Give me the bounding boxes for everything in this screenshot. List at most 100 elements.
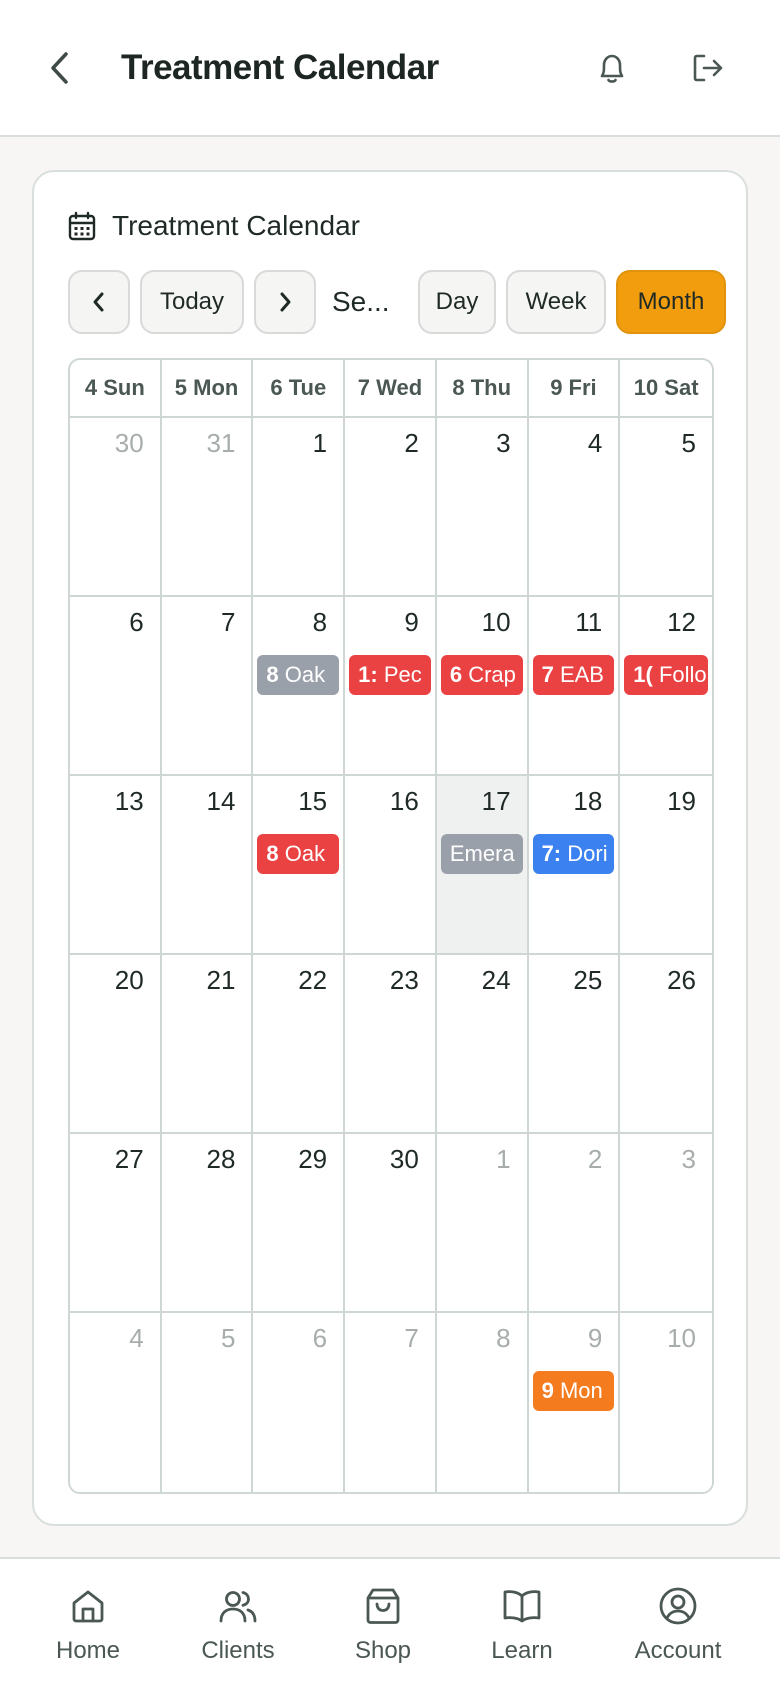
day-cell[interactable]: 30 [70,418,162,597]
day-number: 17 [481,786,511,816]
day-cell[interactable]: 20 [70,955,162,1134]
day-number: 23 [389,965,419,995]
bottom-nav: Home Clients Shop Learn Account [0,1557,780,1688]
day-number: 18 [573,786,603,816]
event-title: Oak [284,662,326,687]
calendar-event[interactable]: 9 Mon [532,1371,615,1411]
day-cell[interactable]: 5 [620,418,712,597]
nav-shop-label: Shop [354,1637,412,1664]
day-cell[interactable]: 24 [436,955,529,1134]
day-number: 3 [681,1144,696,1174]
day-cell[interactable]: 9 1: Pec [345,597,437,776]
day-cell[interactable]: 12 1( Follo [620,597,712,776]
day-cell[interactable]: 13 [70,776,162,955]
day-cell[interactable]: 22 [253,955,346,1134]
event-title: Follo [658,662,707,687]
back-button[interactable] [40,44,80,92]
nav-account[interactable]: Account [613,1559,743,1688]
day-number: 10 [667,1323,696,1353]
day-cell[interactable]: 2 [528,1134,621,1313]
day-cell[interactable]: 7 [345,1313,437,1492]
day-cell[interactable]: 27 [70,1134,162,1313]
day-cell[interactable]: 10 6 Crap [436,597,529,776]
calendar-event[interactable]: 8 Oak [257,834,340,874]
day-cell[interactable]: 1 [436,1134,529,1313]
day-cell[interactable]: 26 [620,955,712,1134]
day-number: 7 [404,1323,419,1353]
nav-shop[interactable]: Shop [318,1559,448,1688]
calendar-event[interactable]: 7: Dori [532,834,615,874]
day-cell[interactable]: 30 [345,1134,437,1313]
day-cell[interactable]: 6 [70,597,162,776]
calendar-event[interactable]: 6 Crap [440,655,523,695]
day-cell[interactable]: 15 8 Oak [253,776,346,955]
day-cell[interactable]: 18 7: Dori [528,776,621,955]
day-number: 7 [220,607,236,637]
nav-learn-label: Learn [491,1637,553,1664]
nav-home[interactable]: Home [23,1559,153,1688]
day-number: 8 [312,607,328,637]
day-number: 6 [312,1323,328,1353]
event-title: Dori [567,841,608,866]
users-icon [219,1591,257,1623]
day-number: 1 [312,428,328,458]
calendar-event[interactable]: 8 Oak [257,655,340,695]
day-cell[interactable]: 1 [253,418,346,597]
weekday-header: 7 Wed [345,360,437,418]
notifications-button[interactable] [590,44,634,92]
day-cell[interactable]: 3 [436,418,529,597]
day-number: 5 [681,428,696,458]
event-time: 6 [449,662,463,687]
calendar-event[interactable]: 1: Pec [349,655,431,695]
day-cell[interactable]: 99 Mon [528,1313,621,1492]
event-title: EAB [559,662,604,687]
view-week-button[interactable]: Week [506,270,606,334]
day-cell[interactable]: 19 [620,776,712,955]
day-number: 21 [206,965,236,995]
day-cell[interactable]: 2 [345,418,437,597]
event-time: 1: [358,662,378,687]
day-number: 10 [481,607,511,637]
day-cell-today[interactable]: 17 Emera [436,776,529,955]
day-cell[interactable]: 3 [620,1134,712,1313]
day-number: 6 [129,607,144,637]
view-day-button[interactable]: Day [418,270,496,334]
nav-learn[interactable]: Learn [457,1559,587,1688]
day-cell[interactable]: 8 [436,1313,529,1492]
calendar-event[interactable]: Emera [440,834,523,874]
next-button[interactable] [254,270,316,334]
nav-clients-label: Clients [201,1637,275,1664]
day-number: 12 [667,607,696,637]
day-cell[interactable]: 31 [161,418,254,597]
day-cell[interactable]: 4 [528,418,621,597]
day-cell[interactable]: 8 8 Oak [253,597,346,776]
day-cell[interactable]: 25 [528,955,621,1134]
page-title: Treatment Calendar [121,48,439,87]
day-cell[interactable]: 14 [161,776,254,955]
day-number: 2 [404,428,419,458]
nav-account-label: Account [634,1637,722,1664]
prev-button[interactable] [68,270,130,334]
calendar-toolbar: Today Se... Day Week Month [68,270,726,334]
calendar-event[interactable]: 7 EAB [532,655,615,695]
day-cell[interactable]: 7 [161,597,254,776]
view-month-button[interactable]: Month [616,270,726,334]
day-cell[interactable]: 21 [161,955,254,1134]
day-cell[interactable]: 16 [345,776,437,955]
day-cell[interactable]: 6 [253,1313,346,1492]
day-cell[interactable]: 4 [70,1313,162,1492]
day-number: 30 [389,1144,419,1174]
day-cell[interactable]: 28 [161,1134,254,1313]
day-cell[interactable]: 5 [161,1313,254,1492]
day-cell[interactable]: 10 [620,1313,712,1492]
calendar-event[interactable]: 1( Follo [624,655,708,695]
nav-clients[interactable]: Clients [173,1559,303,1688]
logout-button[interactable] [686,44,730,92]
day-cell[interactable]: 23 [345,955,437,1134]
chevron-left-icon [51,52,68,84]
nav-home-label: Home [55,1637,121,1664]
today-button[interactable]: Today [140,270,244,334]
day-cell[interactable]: 29 [253,1134,346,1313]
shopping-bag-icon [366,1588,400,1624]
day-cell[interactable]: 11 7 EAB [528,597,621,776]
